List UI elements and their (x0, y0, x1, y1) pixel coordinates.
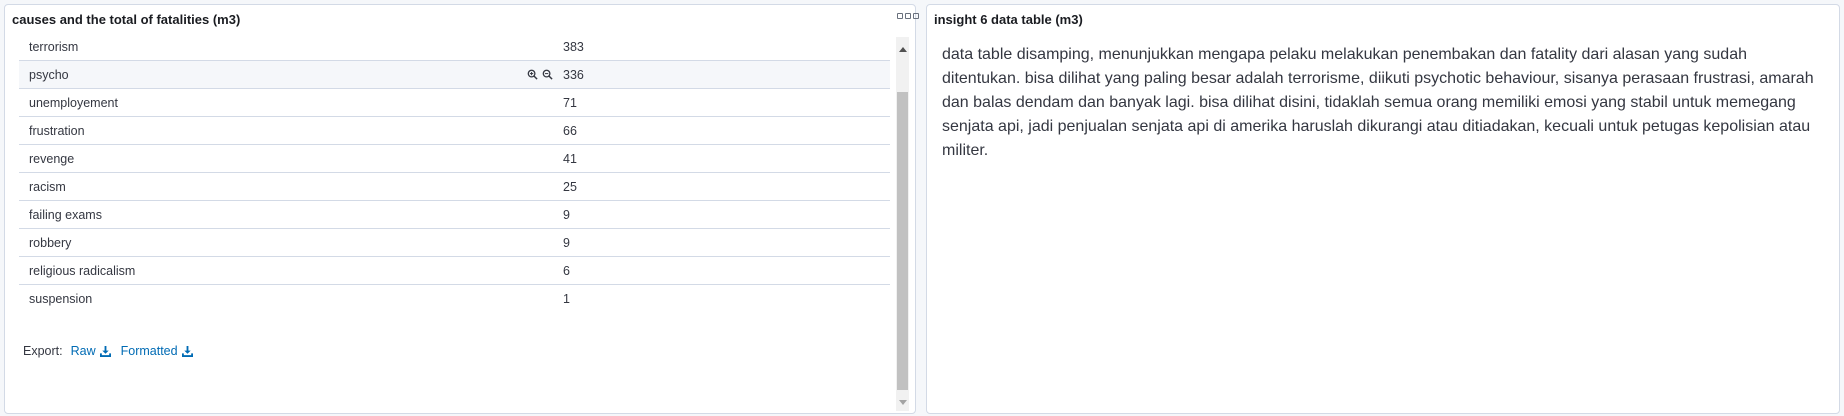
table-row: unemployement 71 (19, 89, 890, 117)
table-row: racism 25 (19, 173, 890, 201)
cause-cell: robbery (29, 236, 72, 250)
table-row: religious radicalism 6 (19, 257, 890, 285)
panel-title: causes and the total of fatalities (m3) (12, 12, 241, 27)
data-table: terrorism 383 psycho 336 unemployement 7… (19, 35, 890, 313)
cause-cell: suspension (29, 292, 93, 306)
cause-cell: revenge (29, 152, 75, 166)
table-row: terrorism 383 (19, 35, 890, 61)
export-formatted-label: Formatted (120, 344, 178, 358)
panel-title: insight 6 data table (m3) (934, 12, 1083, 27)
filter-out-value-icon[interactable] (542, 69, 553, 80)
fatalities-cell: 336 (563, 68, 584, 82)
fatalities-cell: 41 (563, 152, 577, 166)
cause-cell: religious radicalism (29, 264, 136, 278)
scroll-up-arrow-icon[interactable] (899, 47, 907, 52)
export-raw-link[interactable]: Raw (71, 344, 111, 358)
table-row: suspension 1 (19, 285, 890, 313)
export-label: Export: (23, 344, 63, 358)
scrollbar-thumb[interactable] (897, 92, 908, 390)
cause-cell: psycho (29, 68, 69, 82)
fatalities-cell: 9 (563, 236, 570, 250)
cause-cell: frustration (29, 124, 85, 138)
fatalities-cell: 71 (563, 96, 577, 110)
download-icon (99, 345, 111, 357)
markdown-panel: insight 6 data table (m3) data table dis… (926, 4, 1840, 414)
download-icon (181, 345, 193, 357)
export-formatted-link[interactable]: Formatted (121, 344, 193, 358)
export-raw-label: Raw (70, 344, 96, 358)
table-row: revenge 41 (19, 145, 890, 173)
filter-for-value-icon[interactable] (527, 69, 538, 80)
scroll-down-arrow-icon[interactable] (899, 400, 907, 405)
fatalities-cell: 6 (563, 264, 570, 278)
table-scrollbar[interactable] (896, 37, 909, 411)
fatalities-cell: 9 (563, 208, 570, 222)
cause-cell: unemployement (29, 96, 118, 110)
data-table-panel: causes and the total of fatalities (m3) … (4, 4, 919, 414)
fatalities-cell: 25 (563, 180, 577, 194)
panel-options-icon[interactable] (897, 13, 919, 19)
table-row: frustration 66 (19, 117, 890, 145)
insight-text: data table disamping, menunjukkan mengap… (942, 46, 1814, 159)
cause-cell: racism (29, 180, 66, 194)
cell-filter-actions (527, 69, 553, 80)
fatalities-cell: 383 (563, 40, 584, 54)
table-row: robbery 9 (19, 229, 890, 257)
table-row: failing exams 9 (19, 201, 890, 229)
fatalities-cell: 66 (563, 124, 577, 138)
cause-cell: terrorism (29, 40, 79, 54)
export-bar: Export: Raw Formatted (23, 344, 203, 358)
table-row: psycho 336 (19, 61, 890, 89)
cause-cell: failing exams (29, 208, 102, 222)
fatalities-cell: 1 (563, 292, 570, 306)
